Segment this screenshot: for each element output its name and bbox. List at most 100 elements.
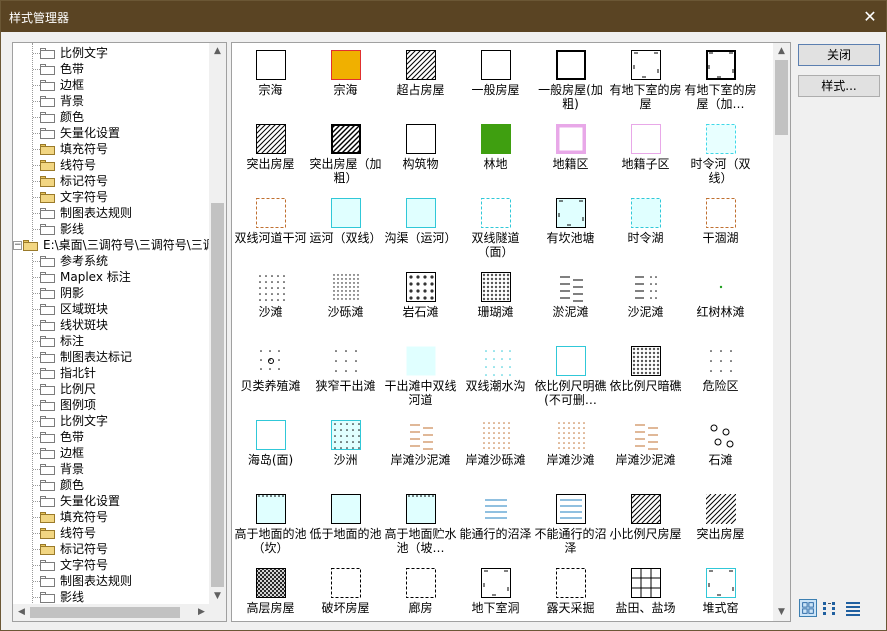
symbol-item[interactable]: 贝类养殖滩 [233, 340, 308, 414]
symbol-item[interactable]: 时令湖 [608, 192, 683, 266]
symbol-item[interactable]: 淤泥滩 [533, 266, 608, 340]
symbol-item[interactable]: 宗海 [233, 44, 308, 118]
symbol-item[interactable]: 露天采掘 [533, 562, 608, 621]
tree-item[interactable]: 标记符号 [13, 173, 210, 189]
tree-item[interactable]: 制图表达标记 [13, 349, 210, 365]
tree-item[interactable]: 矢量化设置 [13, 493, 210, 509]
tree-item[interactable]: 线符号 [13, 157, 210, 173]
symbol-item[interactable]: 沟渠（运河） [383, 192, 458, 266]
symbol-item[interactable]: 地下室洞 [458, 562, 533, 621]
symbol-item[interactable]: 一般房屋(加粗) [533, 44, 608, 118]
symbol-item[interactable]: 时令河（双线） [683, 118, 758, 192]
symbol-item[interactable]: 干出滩中双线河道 [383, 340, 458, 414]
symbol-item[interactable]: 沙砾滩 [308, 266, 383, 340]
scroll-up-arrow-icon[interactable]: ▲ [209, 43, 226, 60]
tree-item[interactable]: 区域斑块 [13, 301, 210, 317]
close-icon[interactable]: ✕ [854, 1, 886, 32]
symbol-item[interactable]: 林地 [458, 118, 533, 192]
tree-horizontal-scrollbar[interactable]: ◀ ▶ [13, 604, 210, 621]
tree-item[interactable]: 比例文字 [13, 45, 210, 61]
tree-horizontal-scroll-thumb[interactable] [30, 607, 180, 618]
tree-item[interactable]: Maplex 标注 [13, 269, 210, 285]
style-tree-panel[interactable]: 比例文字 色带 边框 背景 颜色 矢量化设置 填充符号 线符号 标记符号 文字符号 制图表达规则 影线… [12, 42, 227, 622]
symbol-item[interactable]: 宗海 [308, 44, 383, 118]
scroll-right-arrow-icon[interactable]: ▶ [193, 604, 210, 621]
symbol-item[interactable]: 有地下室的房屋（加… [683, 44, 758, 118]
tree-item[interactable]: − E:\桌面\三调符号\三调符号\三调 [13, 237, 210, 253]
symbol-item[interactable]: 不能通行的沼泽 [533, 488, 608, 562]
symbol-item[interactable]: 依比例尺明礁(不可删… [533, 340, 608, 414]
symbol-item[interactable]: 双线潮水沟 [458, 340, 533, 414]
symbol-item[interactable]: 岸滩沙砾滩 [458, 414, 533, 488]
list-view-icon[interactable] [821, 599, 839, 617]
style-button[interactable]: 样式... [798, 75, 880, 97]
tree-item[interactable]: 线状斑块 [13, 317, 210, 333]
symbol-item[interactable]: 岩石滩 [383, 266, 458, 340]
symbol-item[interactable]: 廊房 [383, 562, 458, 621]
symbol-item[interactable]: 依比例尺暗礁 [608, 340, 683, 414]
symbol-item[interactable]: 红树林滩 [683, 266, 758, 340]
tree-item[interactable]: 影线 [13, 221, 210, 237]
symbol-item[interactable]: 岸滩沙泥滩 [383, 414, 458, 488]
tree-item[interactable]: 填充符号 [13, 509, 210, 525]
symbol-item[interactable]: 小比例尺房屋 [608, 488, 683, 562]
large-icons-view-icon[interactable] [799, 599, 817, 617]
symbol-item[interactable]: 双线隧道（面） [458, 192, 533, 266]
symbol-item[interactable]: 高层房屋 [233, 562, 308, 621]
tree-item[interactable]: 标记符号 [13, 541, 210, 557]
symbol-item[interactable]: 狭窄干出滩 [308, 340, 383, 414]
tree-item[interactable]: 标注 [13, 333, 210, 349]
tree-item[interactable]: 图例项 [13, 397, 210, 413]
symbol-item[interactable]: 海岛(面) [233, 414, 308, 488]
tree-item[interactable]: 线符号 [13, 525, 210, 541]
symbol-item[interactable]: 岸滩沙泥滩 [608, 414, 683, 488]
symbol-item[interactable]: 能通行的沼泽 [458, 488, 533, 562]
grid-vertical-scroll-thumb[interactable] [775, 60, 788, 135]
tree-item[interactable]: 色带 [13, 61, 210, 77]
symbol-item[interactable]: 沙泥滩 [608, 266, 683, 340]
tree-item[interactable]: 指北针 [13, 365, 210, 381]
details-view-icon[interactable] [844, 599, 862, 617]
symbol-grid[interactable]: 宗海 宗海 超占房屋 一般房屋 一般房屋(加粗) 有地下室的房屋 有地下室的房屋（加… 突出房… [231, 42, 791, 622]
scroll-down-arrow-icon[interactable]: ▼ [209, 588, 226, 605]
symbol-item[interactable]: 盐田、盐场 [608, 562, 683, 621]
tree-item[interactable]: 影线 [13, 589, 210, 605]
tree-item[interactable]: 比例尺 [13, 381, 210, 397]
symbol-item[interactable]: 石滩 [683, 414, 758, 488]
symbol-item[interactable]: 干涸湖 [683, 192, 758, 266]
symbol-item[interactable]: 高于地面的池（坎） [233, 488, 308, 562]
symbol-item[interactable]: 有坎池塘 [533, 192, 608, 266]
symbol-item[interactable]: 突出房屋 [683, 488, 758, 562]
tree-item[interactable]: 矢量化设置 [13, 125, 210, 141]
scroll-left-arrow-icon[interactable]: ◀ [13, 604, 30, 621]
tree-item[interactable]: 边框 [13, 77, 210, 93]
tree-item[interactable]: 参考系统 [13, 253, 210, 269]
tree-item[interactable]: 背景 [13, 93, 210, 109]
tree-item[interactable]: 颜色 [13, 477, 210, 493]
symbol-item[interactable]: 双线河道干河 [233, 192, 308, 266]
grid-vertical-scrollbar[interactable]: ▲ ▼ [773, 43, 790, 621]
symbol-item[interactable]: 突出房屋 [233, 118, 308, 192]
symbol-item[interactable]: 低于地面的池 [308, 488, 383, 562]
symbol-item[interactable]: 危险区 [683, 340, 758, 414]
tree-item[interactable]: 边框 [13, 445, 210, 461]
collapse-toggle-icon[interactable]: − [13, 241, 22, 250]
symbol-item[interactable]: 突出房屋（加粗） [308, 118, 383, 192]
tree-item[interactable]: 背景 [13, 461, 210, 477]
scroll-down-arrow-icon[interactable]: ▼ [773, 604, 790, 621]
symbol-item[interactable]: 有地下室的房屋 [608, 44, 683, 118]
symbol-item[interactable]: 超占房屋 [383, 44, 458, 118]
tree-item[interactable]: 文字符号 [13, 189, 210, 205]
symbol-item[interactable]: 高于地面贮水池（坡… [383, 488, 458, 562]
tree-item[interactable]: 制图表达规则 [13, 205, 210, 221]
symbol-item[interactable]: 沙洲 [308, 414, 383, 488]
tree-item[interactable]: 填充符号 [13, 141, 210, 157]
tree-vertical-scrollbar[interactable]: ▲ ▼ [209, 43, 226, 605]
symbol-item[interactable]: 构筑物 [383, 118, 458, 192]
symbol-item[interactable]: 堆式窑 [683, 562, 758, 621]
symbol-item[interactable]: 一般房屋 [458, 44, 533, 118]
tree-item[interactable]: 色带 [13, 429, 210, 445]
tree-vertical-scroll-thumb[interactable] [211, 203, 224, 587]
symbol-item[interactable]: 珊瑚滩 [458, 266, 533, 340]
tree-item[interactable]: 制图表达规则 [13, 573, 210, 589]
